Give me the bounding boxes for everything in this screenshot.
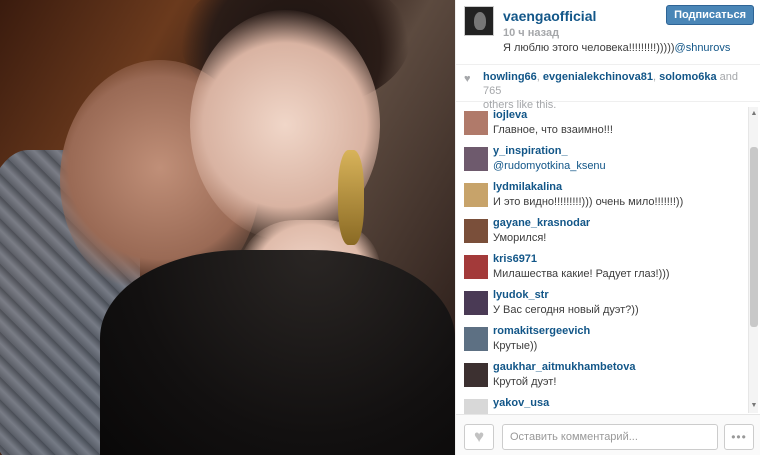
liker-1[interactable]: howling66 <box>483 71 537 83</box>
heart-icon: ♥ <box>473 427 485 446</box>
like-button[interactable]: ♥ <box>464 424 494 450</box>
comment-username[interactable]: romakitsergeevich <box>493 323 746 338</box>
comment-text: Главное, что взаимно!!! <box>493 124 613 136</box>
comment-username[interactable]: iojleva <box>493 107 746 122</box>
list-item: y_inspiration_ @rudomyotkina_ksenu <box>456 143 746 179</box>
liker-2[interactable]: evgenialekchinova81 <box>543 71 653 83</box>
comment-input[interactable] <box>502 424 718 450</box>
comment-username[interactable]: lyudok_str <box>493 287 746 302</box>
likes-summary: ♥ howling66, evgenialekchinova81, solomo… <box>456 64 760 111</box>
comment-username[interactable]: gayane_krasnodar <box>493 215 746 230</box>
comment-username[interactable]: lydmilakalina <box>493 179 746 194</box>
list-item: gayane_krasnodar Уморился! <box>456 215 746 251</box>
comments-scrollbar[interactable]: ▲ ▼ <box>748 107 758 413</box>
heart-icon: ♥ <box>464 73 471 85</box>
post-photo[interactable] <box>0 0 455 455</box>
list-item: kris6971 Милашества какие! Радует глаз!)… <box>456 251 746 287</box>
list-item: romakitsergeevich Крутые)) <box>456 323 746 359</box>
comment-avatar[interactable] <box>464 255 488 279</box>
comment-text: Крутой дуэт! <box>493 376 557 388</box>
photo-region-earring <box>338 150 364 245</box>
post-username[interactable]: vaengaofficial <box>503 8 596 24</box>
liker-3[interactable]: solomo6ka <box>659 71 716 83</box>
caption-mention[interactable]: @shnurovs <box>675 42 731 54</box>
side-panel: vaengaofficial 10 ч назад Я люблю этого … <box>455 0 760 455</box>
likes-and: and <box>716 71 738 83</box>
comment-avatar[interactable] <box>464 363 488 387</box>
caption-text: Я люблю этого человека!!!!!!!!!))))) <box>503 42 675 54</box>
comment-text: Уморился! <box>493 232 547 244</box>
list-item: gaukhar_aitmukhambetova Крутой дуэт! <box>456 359 746 395</box>
post-view: vaengaofficial 10 ч назад Я люблю этого … <box>0 0 760 455</box>
post-time: 10 ч назад <box>503 27 560 39</box>
comment-text[interactable]: @rudomyotkina_ksenu <box>493 158 746 174</box>
post-caption: Я люблю этого человека!!!!!!!!!)))))@shn… <box>503 42 730 54</box>
comment-avatar[interactable] <box>464 399 488 414</box>
avatar[interactable] <box>464 6 494 36</box>
list-item: lydmilakalina И это видно!!!!!!!!!))) оч… <box>456 179 746 215</box>
comment-avatar[interactable] <box>464 111 488 135</box>
list-item: iojleva Главное, что взаимно!!! <box>456 107 746 143</box>
comment-avatar[interactable] <box>464 327 488 351</box>
comment-text: У Вас сегодня новый дуэт?)) <box>493 304 639 316</box>
list-item: lyudok_str У Вас сегодня новый дуэт?)) <box>456 287 746 323</box>
post-header: vaengaofficial 10 ч назад Я люблю этого … <box>456 0 760 58</box>
comment-text: Милашества какие! Радует глаз!))) <box>493 268 670 280</box>
comment-username[interactable]: gaukhar_aitmukhambetova <box>493 359 746 374</box>
comment-text: И это видно!!!!!!!!!))) очень мило!!!!!!… <box>493 196 684 208</box>
comment-avatar[interactable] <box>464 147 488 171</box>
comment-username[interactable]: yakov_usa <box>493 395 746 410</box>
comment-avatar[interactable] <box>464 219 488 243</box>
list-item: yakov_usa <box>456 395 746 414</box>
comment-avatar[interactable] <box>464 291 488 315</box>
scroll-up-icon[interactable]: ▲ <box>750 109 758 119</box>
comment-text: Крутые)) <box>493 340 538 352</box>
comment-username[interactable]: y_inspiration_ <box>493 143 746 158</box>
more-options-button[interactable]: ••• <box>724 424 754 450</box>
photo-region-jacket <box>100 250 455 455</box>
comment-footer: ♥ ••• <box>456 414 760 455</box>
likes-count: 765 <box>483 85 502 97</box>
scrollbar-thumb[interactable] <box>750 147 758 327</box>
comments-list[interactable]: iojleva Главное, что взаимно!!! y_inspir… <box>456 107 746 414</box>
comment-username[interactable]: kris6971 <box>493 251 746 266</box>
follow-button[interactable]: Подписаться <box>666 5 754 25</box>
comment-avatar[interactable] <box>464 183 488 207</box>
scroll-down-icon[interactable]: ▼ <box>750 401 758 411</box>
